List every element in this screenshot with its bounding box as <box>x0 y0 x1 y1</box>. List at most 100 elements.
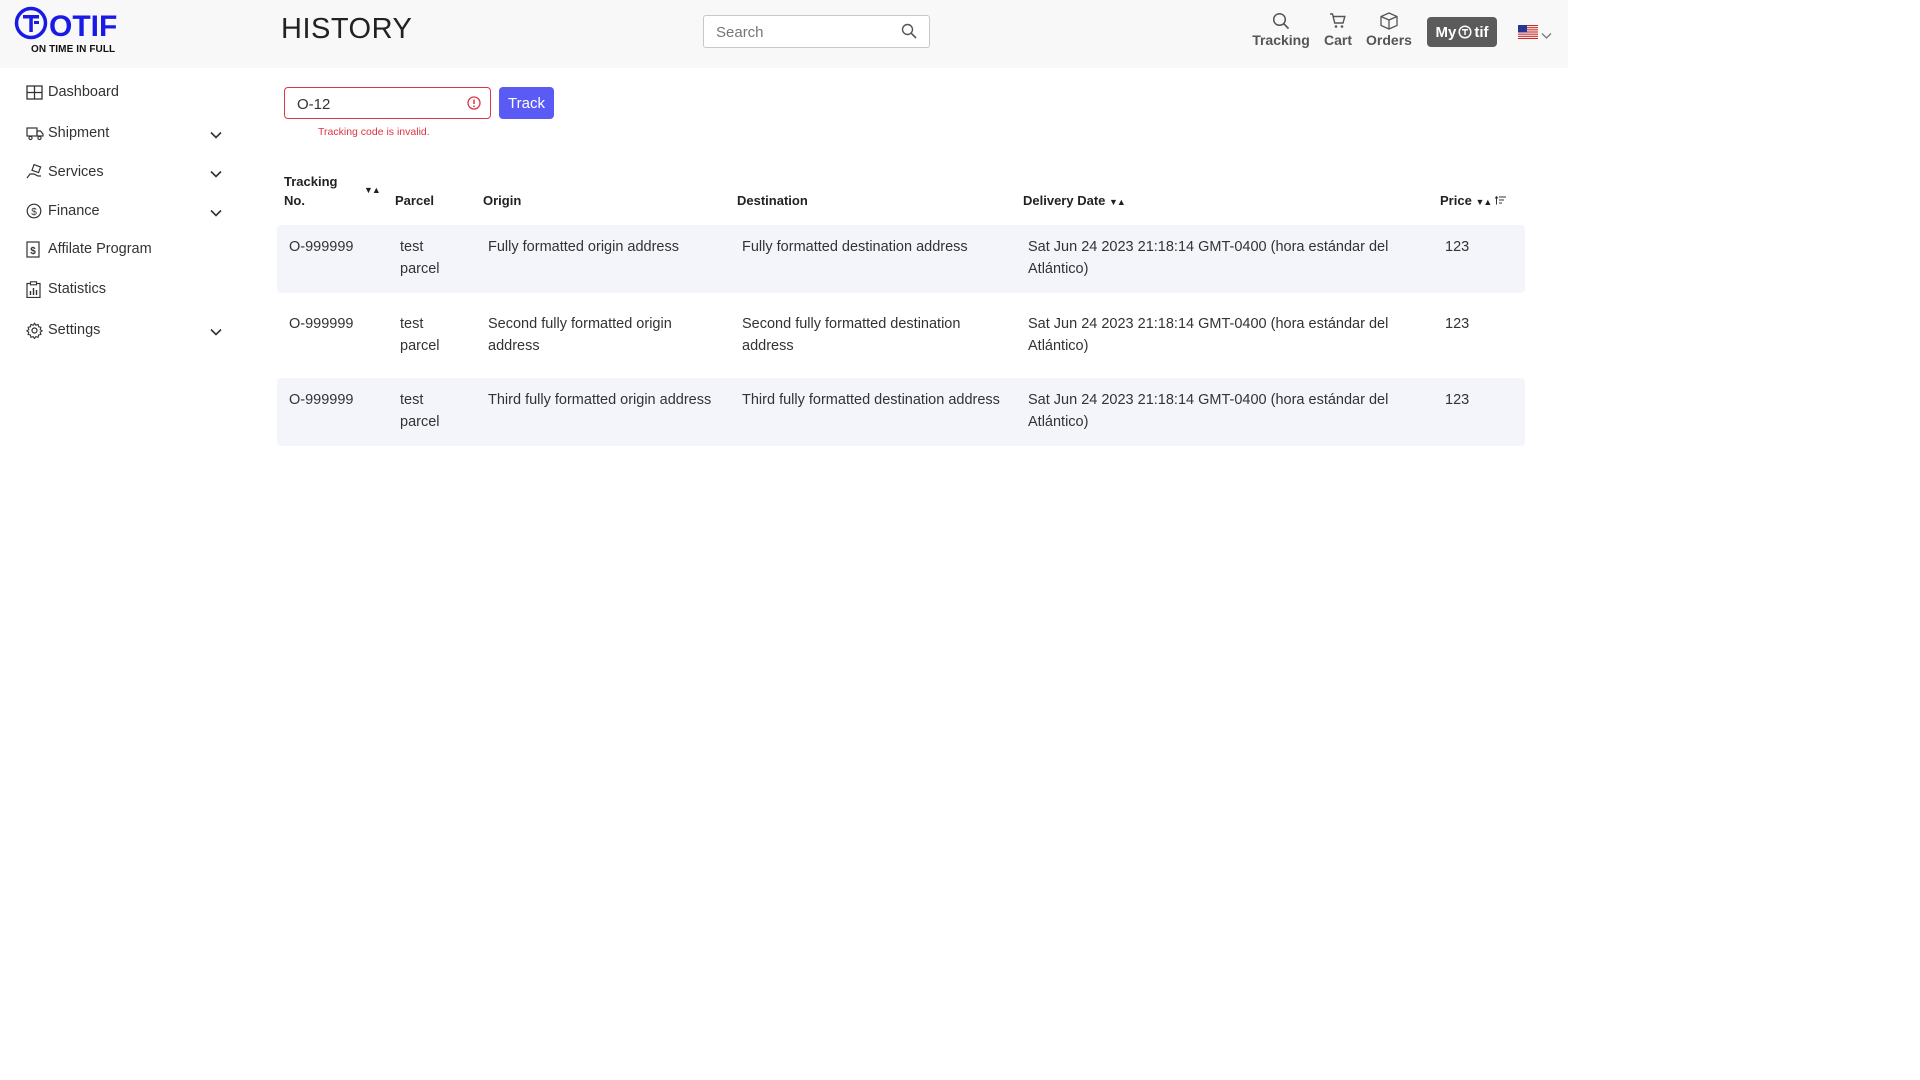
sidebar-item-label: Statistics <box>48 281 107 297</box>
cell-date-line1: Sat Jun 24 2023 21:18:14 GMT-0400 (hora … <box>1028 316 1389 332</box>
us-flag-icon[interactable] <box>1518 25 1538 44</box>
sidebar-item-settings[interactable]: Settings <box>26 317 226 343</box>
tracking-code-input[interactable] <box>295 88 459 120</box>
nav-cart[interactable]: Cart <box>1322 12 1354 48</box>
cell-parcel-line1: test <box>400 239 424 255</box>
nav-tracking[interactable]: Tracking <box>1252 12 1310 48</box>
cell-destination-line1: Second fully formatted destination <box>742 316 961 332</box>
cell-date-line2: Atlántico) <box>1028 413 1089 430</box>
cell-date-line1: Sat Jun 24 2023 21:18:14 GMT-0400 (hora … <box>1028 239 1389 255</box>
cell-parcel-line2: parcel <box>400 337 440 354</box>
magnifier-icon <box>1252 12 1310 32</box>
sidebar-item-dashboard[interactable]: Dashboard <box>26 79 226 105</box>
chevron-down-icon[interactable] <box>210 166 222 182</box>
cart-icon <box>1322 12 1354 32</box>
cell-date-line2: Atlántico) <box>1028 260 1089 277</box>
nav-cart-label: Cart <box>1323 32 1352 48</box>
cell-destination-line1: Third fully formatted destination addres… <box>742 392 1000 408</box>
cell-origin: Second fully formatted origin address <box>488 314 672 357</box>
page-title: HISTORY <box>281 13 413 45</box>
sidebar-item-shipment[interactable]: Shipment <box>26 120 226 146</box>
table-row[interactable]: O-999999 test parcel Third fully formatt… <box>277 378 1525 446</box>
chevron-down-icon[interactable] <box>210 205 222 221</box>
svg-text:OTIF: OTIF <box>49 10 117 42</box>
dollar-page-icon: $ <box>26 240 44 258</box>
cell-tracking: O-999999 <box>289 239 354 255</box>
search-box[interactable] <box>703 15 930 49</box>
cell-parcel-line2: parcel <box>400 260 440 277</box>
hand-box-icon <box>26 163 44 181</box>
sidebar-item-affiliate-program[interactable]: $ Affilate Program <box>26 236 226 262</box>
cell-destination-line2: address <box>742 337 794 354</box>
sort-toggle-icon[interactable]: ▼▲ <box>1109 197 1126 207</box>
table-row[interactable]: O-999999 test parcel Second fully format… <box>277 302 1525 370</box>
chevron-down-icon[interactable] <box>1541 27 1552 45</box>
cell-parcel: test parcel <box>400 237 440 280</box>
cell-origin: Third fully formatted origin address <box>488 390 711 412</box>
cell-price: 123 <box>1445 392 1470 408</box>
search-input[interactable] <box>714 16 898 49</box>
otif-logo[interactable]: OTIF ON TIME IN FULL <box>14 6 134 58</box>
sort-list-icon[interactable] <box>1494 193 1506 208</box>
tracking-code-field[interactable] <box>284 87 491 120</box>
logo-tagline: ON TIME IN FULL <box>31 44 116 55</box>
nav-orders-label: Orders <box>1366 32 1412 48</box>
header-delivery-date-label: Delivery Date <box>1023 193 1106 208</box>
top-bar: OTIF ON TIME IN FULL HISTORY Tracking Ca… <box>0 0 1568 68</box>
truck-icon <box>26 124 44 142</box>
cell-origin-line1: Third fully formatted origin address <box>488 392 712 408</box>
dollar-circle-icon: $ <box>26 202 44 220</box>
cell-origin: Fully formatted origin address <box>488 237 679 259</box>
cell-destination-line1: Fully formatted destination address <box>742 239 968 255</box>
sidebar-item-statistics[interactable]: Statistics <box>26 276 226 302</box>
cell-origin-line1: Fully formatted origin address <box>488 239 679 255</box>
cell-parcel: test parcel <box>400 314 440 357</box>
tracking-error-message: Tracking code is invalid. <box>318 126 430 138</box>
chevron-down-icon[interactable] <box>210 324 222 340</box>
cell-parcel-line2: parcel <box>400 413 440 430</box>
otif-logo-mark: OTIF <box>14 6 117 42</box>
header-delivery-date[interactable]: Delivery Date ▼▲ <box>1023 191 1126 212</box>
gear-icon <box>26 321 44 339</box>
sidebar-item-label: Finance <box>48 203 100 219</box>
cell-destination: Third fully formatted destination addres… <box>742 390 1000 412</box>
cell-date-line1: Sat Jun 24 2023 21:18:14 GMT-0400 (hora … <box>1028 392 1389 408</box>
header-price[interactable]: Price ▼▲ <box>1440 191 1506 212</box>
sort-toggle-icon[interactable]: ▼▲ <box>1475 197 1492 207</box>
sort-toggle-icon[interactable]: ▼▲ <box>364 181 381 200</box>
header-origin: Origin <box>483 193 522 208</box>
track-button[interactable]: Track <box>499 87 554 119</box>
svg-text:$: $ <box>31 207 37 218</box>
search-icon[interactable] <box>901 23 917 44</box>
cell-date-line2: Atlántico) <box>1028 337 1089 354</box>
cell-destination: Fully formatted destination address <box>742 237 968 259</box>
sidebar-item-label: Dashboard <box>48 84 119 100</box>
sidebar-item-finance[interactable]: $ Finance <box>26 198 226 224</box>
my-otif-brand: tif <box>1474 23 1489 41</box>
cell-price: 123 <box>1445 239 1470 255</box>
nav-orders[interactable]: Orders <box>1365 12 1413 48</box>
cell-delivery-date: Sat Jun 24 2023 21:18:14 GMT-0400 (hora … <box>1028 237 1388 280</box>
header-price-label: Price <box>1440 193 1472 208</box>
table-row[interactable]: O-999999 test parcel Fully formatted ori… <box>277 225 1525 293</box>
header-tracking-line2: No. <box>284 193 305 208</box>
sidebar-item-label: Shipment <box>48 125 110 141</box>
cell-parcel: test parcel <box>400 390 440 433</box>
nav-tracking-label: Tracking <box>1252 32 1310 48</box>
cell-tracking: O-999999 <box>289 392 354 408</box>
otif-mini-logo-icon <box>1458 25 1472 39</box>
cell-parcel-line1: test <box>400 316 424 332</box>
error-icon <box>467 96 481 115</box>
sidebar-item-services[interactable]: Services <box>26 159 226 185</box>
cell-destination: Second fully formatted destination addre… <box>742 314 960 357</box>
header-tracking-line1: Tracking <box>284 174 338 189</box>
chevron-down-icon[interactable] <box>210 127 222 143</box>
my-otif-button[interactable]: My tif <box>1427 17 1497 47</box>
clipboard-chart-icon <box>26 280 44 298</box>
cell-parcel-line1: test <box>400 392 424 408</box>
header-tracking-no[interactable]: Tracking No. <box>284 172 337 210</box>
cell-delivery-date: Sat Jun 24 2023 21:18:14 GMT-0400 (hora … <box>1028 390 1388 433</box>
dashboard-icon <box>26 83 44 101</box>
header-parcel: Parcel <box>395 193 435 208</box>
header-destination: Destination <box>737 193 808 208</box>
